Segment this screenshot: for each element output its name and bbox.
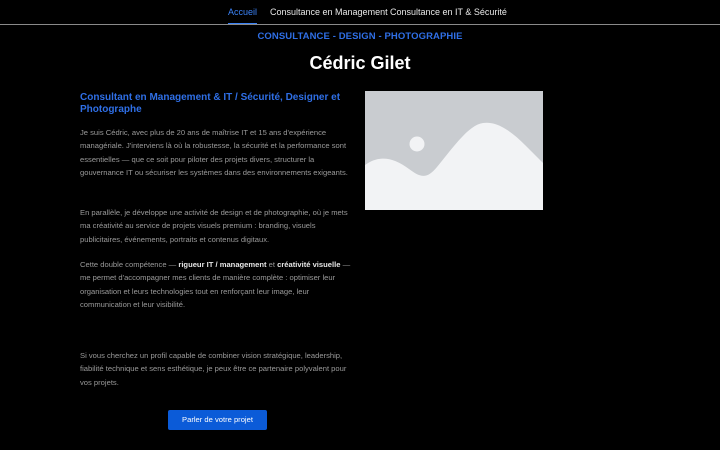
contact-project-button[interactable]: Parler de votre projet xyxy=(168,410,267,430)
para3-text-2: et xyxy=(266,260,278,269)
para3-bold-2: créativité visuelle xyxy=(277,260,341,269)
page: Accueil Consultance en Management Consul… xyxy=(0,0,720,450)
top-navigation: Accueil Consultance en Management Consul… xyxy=(0,0,720,25)
para3-bold-1: rigueur IT / management xyxy=(178,260,267,269)
para3-text-1: Cette double compétence — xyxy=(80,260,179,269)
intro-paragraph: Je suis Cédric, avec plus de 20 ans de m… xyxy=(80,128,348,177)
tagline: CONSULTANCE - DESIGN - PHOTOGRAPHIE xyxy=(257,31,463,42)
closing-paragraph: Si vous cherchez un profil capable de co… xyxy=(80,351,347,387)
nav-item-accueil[interactable]: Accueil xyxy=(228,7,258,24)
nav-item-consultance-management[interactable]: Consultance en Management xyxy=(270,7,388,18)
double-competence-paragraph: Cette double compétence — rigueur IT / m… xyxy=(80,258,356,311)
design-paragraph: En parallèle, je développe une activité … xyxy=(80,208,348,244)
section-subtitle: Consultant en Management & IT / Sécurité… xyxy=(80,92,341,115)
nav-item-consultance-it-securite[interactable]: Consultance en IT & Sécurité xyxy=(390,7,507,18)
image-placeholder xyxy=(365,91,543,210)
image-placeholder-icon xyxy=(365,91,543,210)
page-title: Cédric Gilet xyxy=(309,53,411,73)
